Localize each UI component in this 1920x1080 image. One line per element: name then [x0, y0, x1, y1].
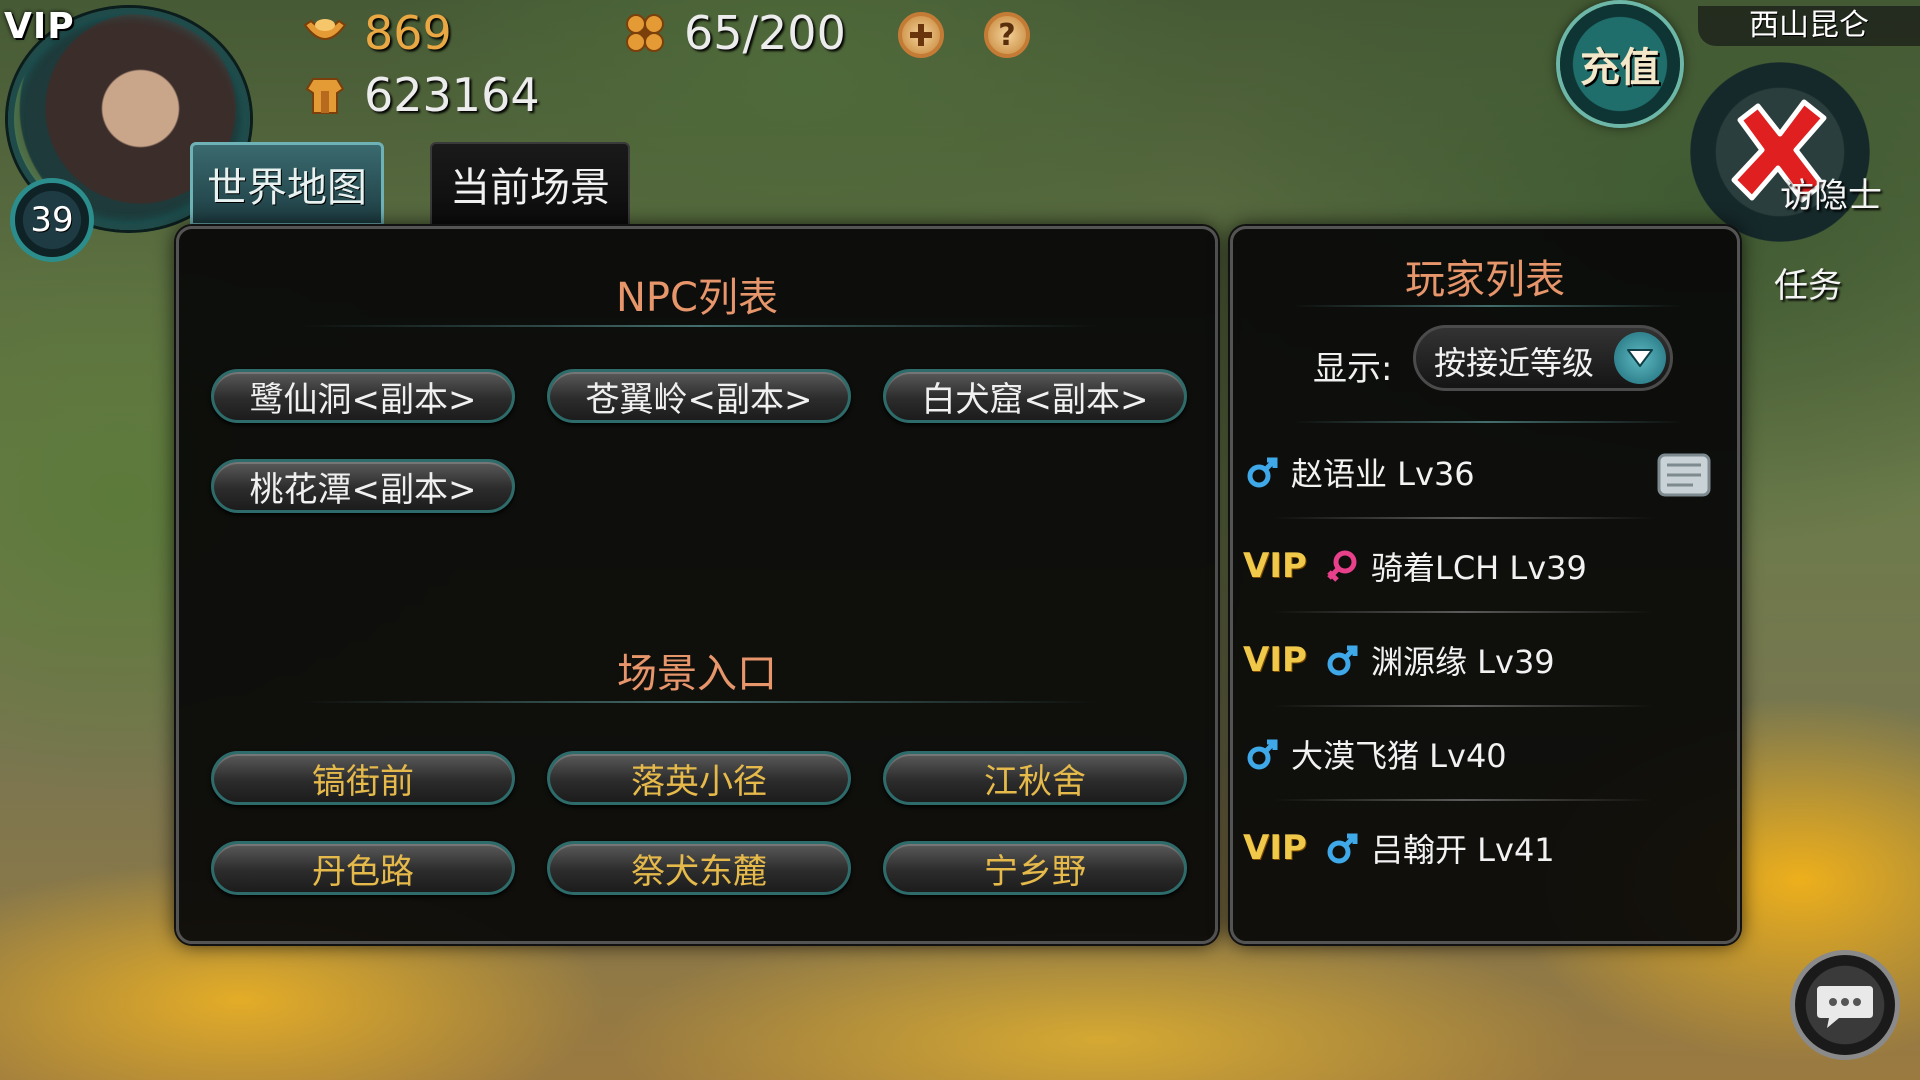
- npc-item[interactable]: 桃花潭<副本>: [211, 459, 515, 513]
- clover-icon: [620, 8, 670, 58]
- scene-entry-title: 场景入口: [617, 651, 777, 697]
- display-label: 显示:: [1313, 349, 1393, 389]
- scene-entry-button[interactable]: 丹色路: [211, 841, 515, 895]
- player-row[interactable]: 大漠飞猪 Lv40: [1243, 707, 1723, 801]
- npc-item[interactable]: 鹭仙洞<副本>: [211, 369, 515, 423]
- task-button[interactable]: 任务: [1774, 258, 1842, 307]
- vip-badge: VIP: [1243, 828, 1307, 868]
- location-name: 西山昆仑: [1698, 6, 1920, 46]
- tab-current-scene[interactable]: 当前场景: [430, 142, 630, 226]
- ingot-counter: 869: [300, 6, 452, 60]
- player-row[interactable]: 赵语业 Lv36: [1243, 425, 1723, 519]
- player-list-title: 玩家列表: [1405, 257, 1565, 303]
- player-name: 吕翰开 Lv41: [1371, 831, 1555, 869]
- armor-icon: [300, 70, 350, 120]
- plus-icon: [910, 24, 932, 46]
- scene-entry-button[interactable]: 江秋舍: [883, 751, 1187, 805]
- sort-selected: 按接近等级: [1434, 344, 1595, 382]
- vip-label: VIP: [4, 6, 75, 47]
- player-name: 渊源缘 Lv39: [1371, 643, 1555, 681]
- help-button[interactable]: ?: [984, 12, 1030, 58]
- chat-bubble-icon: [1817, 986, 1873, 1028]
- vip-badge: VIP: [1243, 546, 1307, 586]
- vip-badge: VIP: [1243, 640, 1307, 680]
- male-icon: [1323, 640, 1363, 680]
- player-name: 赵语业 Lv36: [1291, 455, 1475, 493]
- player-name: 大漠飞猪 Lv40: [1291, 737, 1507, 775]
- chevron-down-icon: [1614, 332, 1666, 384]
- npc-item[interactable]: 白犬窟<副本>: [883, 369, 1187, 423]
- level-badge: 39: [10, 178, 94, 262]
- tab-world-map[interactable]: 世界地图: [190, 142, 384, 226]
- scene-entry-button[interactable]: 宁乡野: [883, 841, 1187, 895]
- male-icon: [1243, 734, 1283, 774]
- female-icon: [1323, 546, 1363, 586]
- sort-dropdown[interactable]: 按接近等级: [1413, 325, 1673, 391]
- combat-power: 623164: [300, 68, 540, 122]
- row-divider: [1293, 421, 1683, 423]
- player-row[interactable]: VIP 吕翰开 Lv41: [1243, 801, 1723, 895]
- scene-entry-button[interactable]: 落英小径: [547, 751, 851, 805]
- player-name: 骑着LCH Lv39: [1371, 549, 1587, 587]
- player-row[interactable]: VIP 骑着LCH Lv39: [1243, 519, 1723, 613]
- ingot-value: 869: [364, 6, 452, 60]
- scene-entry-button[interactable]: 镐街前: [211, 751, 515, 805]
- npc-item[interactable]: 苍翼岭<副本>: [547, 369, 851, 423]
- player-title-divider: [1293, 305, 1683, 307]
- male-icon: [1323, 828, 1363, 868]
- player-row[interactable]: VIP 渊源缘 Lv39: [1243, 613, 1723, 707]
- ingot-icon: [300, 8, 350, 58]
- map-panel: NPC列表 鹭仙洞<副本> 苍翼岭<副本> 白犬窟<副本> 桃花潭<副本> 场景…: [176, 226, 1218, 944]
- scroll-message-icon[interactable]: [1653, 443, 1715, 505]
- scene-divider: [299, 701, 1099, 703]
- scene-entry-button[interactable]: 祭犬东麓: [547, 841, 851, 895]
- recharge-button[interactable]: 充值: [1560, 4, 1680, 124]
- visit-hermit-button[interactable]: 访隐士: [1780, 168, 1882, 217]
- energy-counter: 65/200: [620, 6, 846, 60]
- combat-power-value: 623164: [364, 68, 540, 122]
- player-list-panel: 玩家列表 显示: 按接近等级 赵语业 Lv36 VIP 骑着LCH Lv39 V…: [1230, 226, 1740, 944]
- male-icon: [1243, 452, 1283, 492]
- add-energy-button[interactable]: [898, 12, 944, 58]
- npc-list-title: NPC列表: [616, 275, 778, 321]
- npc-divider: [299, 325, 1099, 327]
- energy-value: 65/200: [684, 6, 846, 60]
- chat-button[interactable]: [1790, 950, 1900, 1060]
